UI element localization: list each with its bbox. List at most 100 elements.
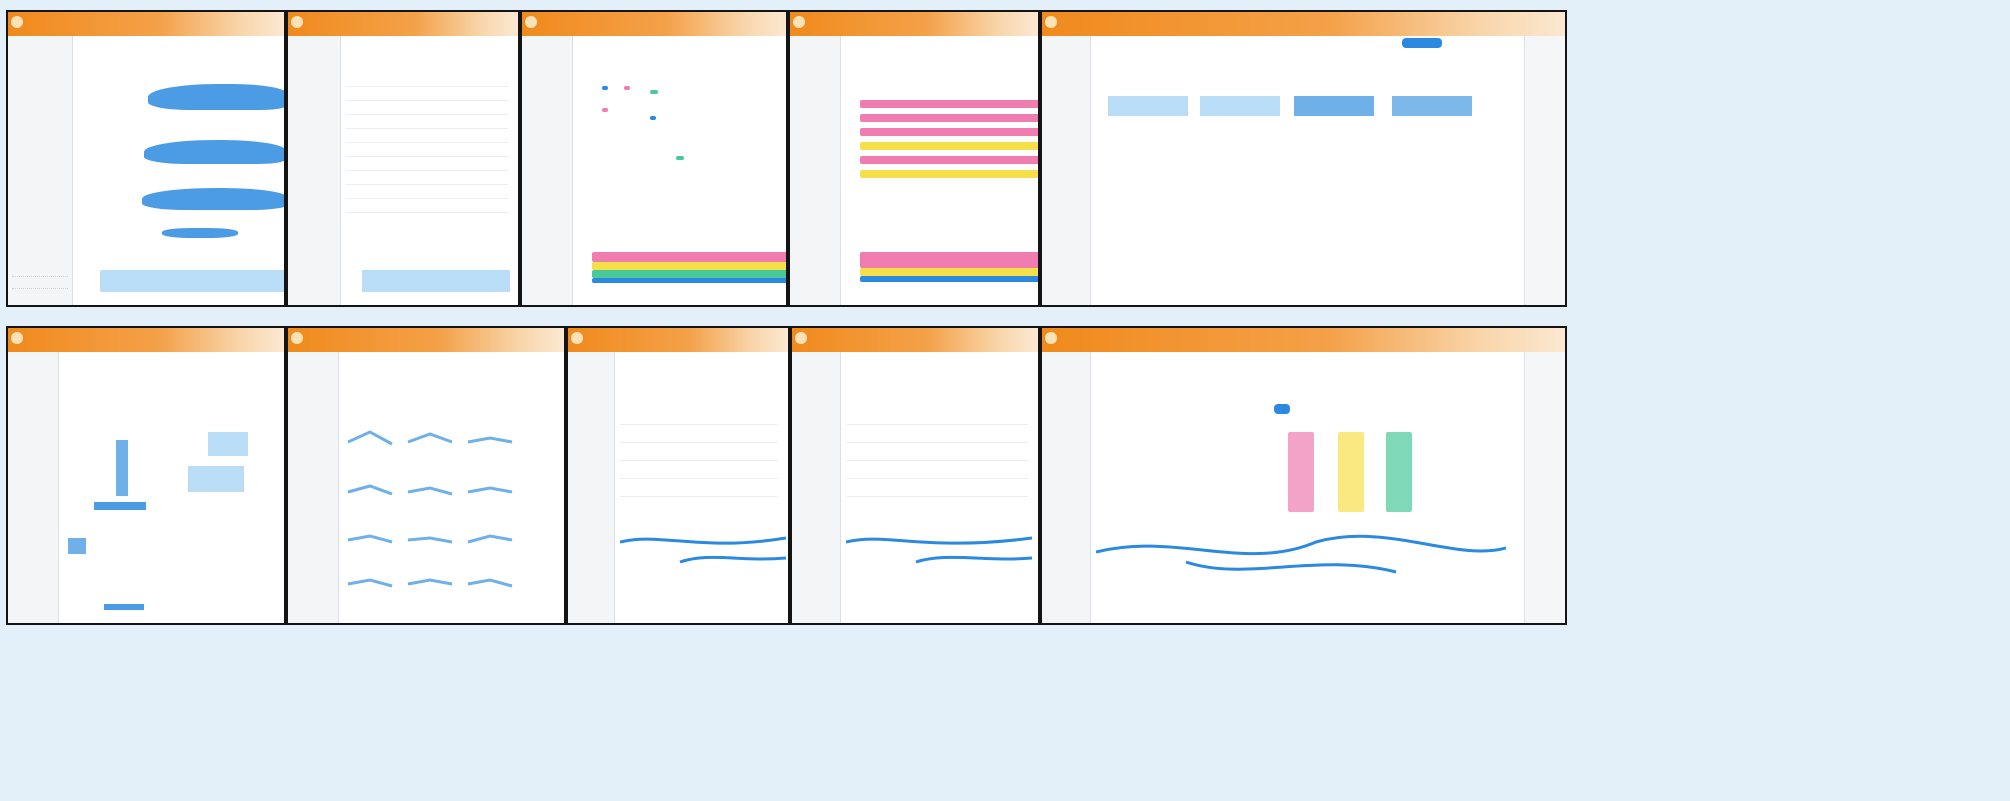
screenshot-data-table bbox=[286, 10, 520, 307]
screenshot-small-multiples bbox=[286, 326, 566, 625]
screenshot-table-flow-a bbox=[566, 326, 790, 625]
top-bar bbox=[792, 328, 1038, 352]
table-flow-area bbox=[1096, 372, 1515, 623]
app-logo-icon bbox=[1045, 16, 1057, 28]
sidebar bbox=[790, 36, 841, 305]
heatmap-area bbox=[578, 56, 786, 305]
top-bar bbox=[1042, 12, 1565, 36]
heatmap-band bbox=[592, 252, 786, 262]
scatter-cluster bbox=[116, 440, 128, 496]
heatmap-band bbox=[592, 278, 786, 283]
app-logo-icon bbox=[571, 332, 583, 344]
heatmap-band bbox=[860, 114, 1038, 122]
heatmap-band bbox=[860, 268, 1038, 276]
heatmap-area bbox=[846, 56, 1038, 305]
app-logo-icon bbox=[291, 16, 303, 28]
distribution-blob bbox=[142, 188, 284, 210]
scatter-cluster bbox=[188, 466, 244, 492]
sidebar bbox=[1042, 36, 1091, 305]
app-logo-icon bbox=[291, 332, 303, 344]
heatmap-band bbox=[592, 262, 786, 270]
heatmap-band bbox=[860, 128, 1038, 136]
top-bar bbox=[522, 12, 786, 36]
heatmap-band bbox=[860, 276, 1038, 282]
menu-bar bbox=[1096, 38, 1557, 52]
screenshot-table-flow-b bbox=[790, 326, 1040, 625]
histogram bbox=[1294, 96, 1374, 116]
small-multiples-plot bbox=[347, 430, 513, 588]
table-area bbox=[346, 56, 510, 305]
histogram-yellow bbox=[1338, 432, 1364, 512]
scatter-cluster bbox=[208, 432, 248, 456]
summary-area bbox=[1096, 56, 1515, 305]
histogram bbox=[1108, 96, 1188, 116]
screenshot-heatmap-bands bbox=[788, 10, 1040, 307]
app-logo-icon bbox=[1045, 332, 1057, 344]
heatmap-band bbox=[860, 170, 1038, 178]
heat-cell bbox=[676, 156, 684, 160]
screenshot-summary bbox=[1040, 10, 1567, 307]
flow-plot bbox=[620, 536, 786, 564]
top-bar bbox=[1042, 328, 1565, 352]
top-bar bbox=[790, 12, 1038, 36]
multiples-area bbox=[344, 372, 554, 623]
distribution-blob bbox=[162, 228, 238, 238]
histogram-green bbox=[1386, 432, 1412, 512]
sidebar bbox=[288, 352, 339, 623]
app-logo-icon bbox=[525, 16, 537, 28]
top-bar bbox=[288, 12, 518, 36]
menu-bar bbox=[346, 38, 510, 52]
top-bar bbox=[8, 12, 284, 36]
menu-bar bbox=[64, 354, 276, 368]
distribution-area bbox=[362, 270, 510, 292]
histogram bbox=[1200, 96, 1280, 116]
sidebar bbox=[792, 352, 841, 623]
sidebar-footer bbox=[12, 288, 68, 298]
heat-cell bbox=[602, 108, 608, 112]
heatmap-band bbox=[860, 156, 1038, 164]
app-logo-icon bbox=[793, 16, 805, 28]
sidebar bbox=[8, 352, 59, 623]
app-logo-icon bbox=[795, 332, 807, 344]
distribution-area bbox=[100, 270, 284, 292]
sidebar bbox=[522, 36, 573, 305]
scatter-cluster bbox=[94, 502, 146, 510]
screenshot-profile-overview bbox=[6, 10, 286, 307]
heat-cell bbox=[624, 86, 630, 90]
histogram bbox=[1392, 96, 1472, 116]
scatter-area bbox=[64, 372, 274, 623]
top-bar bbox=[288, 328, 564, 352]
heatmap-band bbox=[860, 252, 1038, 268]
heat-cell bbox=[650, 116, 656, 120]
top-bar bbox=[8, 328, 284, 352]
sidebar bbox=[8, 36, 73, 305]
main-area bbox=[78, 56, 284, 305]
app-logo-icon bbox=[11, 16, 23, 28]
app-logo-icon bbox=[11, 332, 23, 344]
sidebar bbox=[568, 352, 615, 623]
right-panel bbox=[1524, 352, 1565, 623]
sidebar bbox=[288, 36, 341, 305]
primary-button[interactable] bbox=[1402, 38, 1442, 48]
heat-cell bbox=[602, 86, 608, 90]
screenshot-table-flow-c bbox=[1040, 326, 1567, 625]
screenshot-heatmap-table bbox=[520, 10, 788, 307]
menu-bar bbox=[846, 38, 1030, 52]
table-flow-area bbox=[846, 372, 1032, 623]
distribution-blob bbox=[148, 84, 284, 110]
heatmap-band bbox=[592, 270, 786, 278]
sidebar bbox=[1042, 352, 1091, 623]
distribution-blob bbox=[144, 140, 284, 164]
heat-cell bbox=[650, 90, 658, 94]
timeline-strip bbox=[104, 604, 144, 610]
flow-plot bbox=[1096, 534, 1506, 574]
selection-badge[interactable] bbox=[1274, 404, 1290, 414]
menu-bar bbox=[578, 38, 778, 52]
menu-bar bbox=[78, 38, 276, 52]
screenshot-scatter-network bbox=[6, 326, 286, 625]
table-flow-area bbox=[620, 372, 786, 623]
sidebar-footer bbox=[12, 276, 68, 286]
top-bar bbox=[568, 328, 788, 352]
right-panel bbox=[1524, 36, 1565, 305]
histogram-pink bbox=[1288, 432, 1314, 512]
